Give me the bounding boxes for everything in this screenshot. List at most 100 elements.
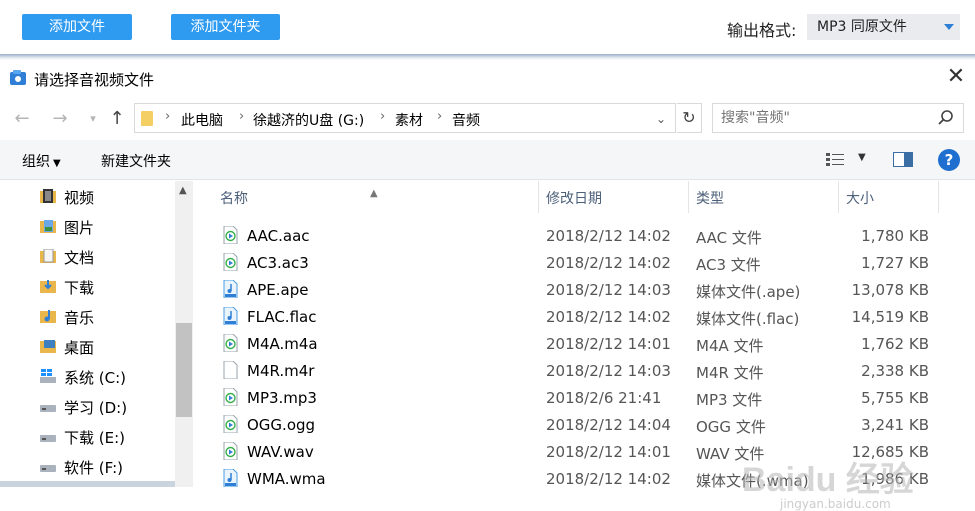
nav-item[interactable]: 桌面 [0, 331, 175, 361]
file-row[interactable]: AAC.aac 2018/2/12 14:02 AAC 文件 1,780 KB [195, 222, 955, 249]
recent-locations-chevron-icon[interactable]: ▾ [82, 108, 104, 130]
file-type: M4A 文件 [696, 337, 764, 355]
up-arrow-icon[interactable]: ↑ [106, 108, 128, 130]
media-play-icon [223, 253, 238, 271]
help-icon[interactable]: ? [938, 149, 960, 171]
file-row[interactable]: M4R.m4r 2018/2/12 14:03 M4R 文件 2,338 KB [195, 357, 955, 384]
blank-file-icon [223, 361, 238, 379]
column-header-size[interactable]: 大小 [839, 181, 939, 213]
column-header-type[interactable]: 类型 [689, 181, 839, 213]
selected-nav-indicator [0, 481, 175, 487]
file-name: MP3.mp3 [247, 389, 317, 407]
file-row[interactable]: APE.ape 2018/2/12 14:03 媒体文件(.ape) 13,07… [195, 276, 955, 303]
file-size: 3,241 KB [861, 416, 929, 434]
scroll-thumb[interactable] [176, 323, 192, 417]
file-type: 媒体文件(.flac) [696, 310, 800, 328]
desktop-folder-icon [40, 340, 56, 353]
nav-item[interactable]: 下载 (E:) [0, 421, 175, 451]
documents-folder-icon [40, 249, 56, 263]
file-size: 1,727 KB [861, 254, 929, 272]
add-file-button[interactable]: 添加文件 [22, 14, 132, 40]
downloads-folder-icon [40, 280, 56, 293]
watermark-url: jingyan.baidu.com [780, 497, 891, 511]
windows-drive-icon [40, 369, 56, 383]
file-date: 2018/2/12 14:01 [546, 335, 671, 353]
column-header-name[interactable]: ▲ 名称 [195, 181, 539, 213]
file-type: AC3 文件 [696, 256, 761, 274]
output-format-select[interactable]: MP3 同原文件 [807, 14, 960, 40]
refresh-icon[interactable]: ↻ [677, 103, 702, 133]
dialog-title-bar: 请选择音视频文件 ✕ [0, 60, 975, 96]
nav-item[interactable]: 下载 [0, 271, 175, 301]
file-date: 2018/2/12 14:02 [546, 308, 671, 326]
file-size: 5,755 KB [861, 389, 929, 407]
search-icon[interactable] [937, 109, 955, 127]
file-date: 2018/2/12 14:03 [546, 281, 671, 299]
file-date: 2018/2/6 21:41 [546, 389, 662, 407]
media-play-icon [223, 388, 238, 406]
view-details-icon[interactable] [826, 153, 844, 167]
file-size: 13,078 KB [851, 281, 929, 299]
file-name: WMA.wma [247, 470, 326, 488]
chevron-down-icon[interactable]: ▼ [858, 152, 866, 163]
file-name: M4A.m4a [247, 335, 318, 353]
file-name: WAV.wav [247, 443, 314, 461]
forward-arrow-icon[interactable]: → [49, 108, 71, 130]
command-bar: 组织 ▼ 新建文件夹 ▼ ? [0, 140, 975, 180]
file-name: AAC.aac [247, 227, 310, 245]
file-name: APE.ape [247, 281, 309, 299]
search-input[interactable] [721, 109, 921, 127]
file-row[interactable]: FLAC.flac 2018/2/12 14:02 媒体文件(.flac) 14… [195, 303, 955, 330]
preview-pane-icon[interactable] [893, 152, 913, 167]
breadcrumb[interactable]: › 此电脑 › 徐越济的U盘 (G:) › 素材 › 音频 ⌄ [134, 103, 676, 133]
chevron-down-icon [944, 24, 954, 30]
audio-file-icon [223, 469, 238, 487]
nav-item-label: 图片 [64, 219, 95, 237]
file-row[interactable]: OGG.ogg 2018/2/12 14:04 OGG 文件 3,241 KB [195, 411, 955, 438]
file-name: FLAC.flac [247, 308, 317, 326]
new-folder-button[interactable]: 新建文件夹 [101, 151, 171, 171]
chevron-right-icon: › [437, 109, 443, 124]
breadcrumb-this-pc[interactable]: 此电脑 [181, 110, 223, 130]
nav-item-label: 文档 [64, 249, 95, 267]
add-folder-button[interactable]: 添加文件夹 [171, 14, 280, 40]
nav-item[interactable]: 系统 (C:) [0, 361, 175, 391]
nav-item-label: 系统 (C:) [64, 369, 126, 387]
file-name: AC3.ac3 [247, 254, 309, 272]
nav-item[interactable]: 学习 (D:) [0, 391, 175, 421]
file-row[interactable]: MP3.mp3 2018/2/6 21:41 MP3 文件 5,755 KB [195, 384, 955, 411]
nav-item-label: 音乐 [64, 309, 95, 327]
breadcrumb-material[interactable]: 素材 [395, 110, 423, 130]
file-name: OGG.ogg [247, 416, 316, 434]
nav-item-label: 学习 (D:) [64, 399, 128, 417]
column-header-date[interactable]: 修改日期 [539, 181, 689, 213]
chevron-right-icon: › [165, 109, 171, 124]
output-format-label: 输出格式: [727, 21, 797, 40]
organize-menu[interactable]: 组织 ▼ [22, 151, 61, 171]
app-toolbar: 添加文件 添加文件夹 输出格式: MP3 同原文件 [0, 0, 975, 56]
nav-item[interactable]: 音乐 [0, 301, 175, 331]
breadcrumb-usb-drive[interactable]: 徐越济的U盘 (G:) [253, 110, 364, 130]
nav-item[interactable]: 文档 [0, 241, 175, 271]
chevron-down-icon[interactable]: ⌄ [656, 112, 670, 126]
file-list: ▲ 名称 修改日期 类型 大小 AAC.aac 2018/2/12 14:02 … [195, 181, 975, 490]
file-row[interactable]: M4A.m4a 2018/2/12 14:01 M4A 文件 1,762 KB [195, 330, 955, 357]
search-box[interactable] [712, 103, 964, 133]
folder-icon [141, 111, 153, 126]
nav-item-label: 软件 (F:) [64, 459, 123, 477]
file-size: 1,780 KB [861, 227, 929, 245]
nav-scrollbar[interactable]: ▲ [175, 181, 193, 487]
nav-item[interactable]: 图片 [0, 211, 175, 241]
chevron-right-icon: › [239, 109, 245, 124]
nav-item-label: 下载 (E:) [64, 429, 126, 447]
chevron-down-icon: ▼ [53, 158, 61, 169]
file-row[interactable]: AC3.ac3 2018/2/12 14:02 AC3 文件 1,727 KB [195, 249, 955, 276]
breadcrumb-audio[interactable]: 音频 [452, 110, 480, 130]
scroll-up-icon[interactable]: ▲ [179, 185, 187, 196]
nav-item[interactable]: 视频 [0, 181, 175, 211]
drive-icon [40, 435, 56, 442]
back-arrow-icon[interactable]: ← [11, 108, 33, 130]
nav-item[interactable]: 软件 (F:) [0, 451, 175, 481]
close-icon[interactable]: ✕ [946, 66, 966, 88]
file-type: AAC 文件 [696, 229, 762, 247]
